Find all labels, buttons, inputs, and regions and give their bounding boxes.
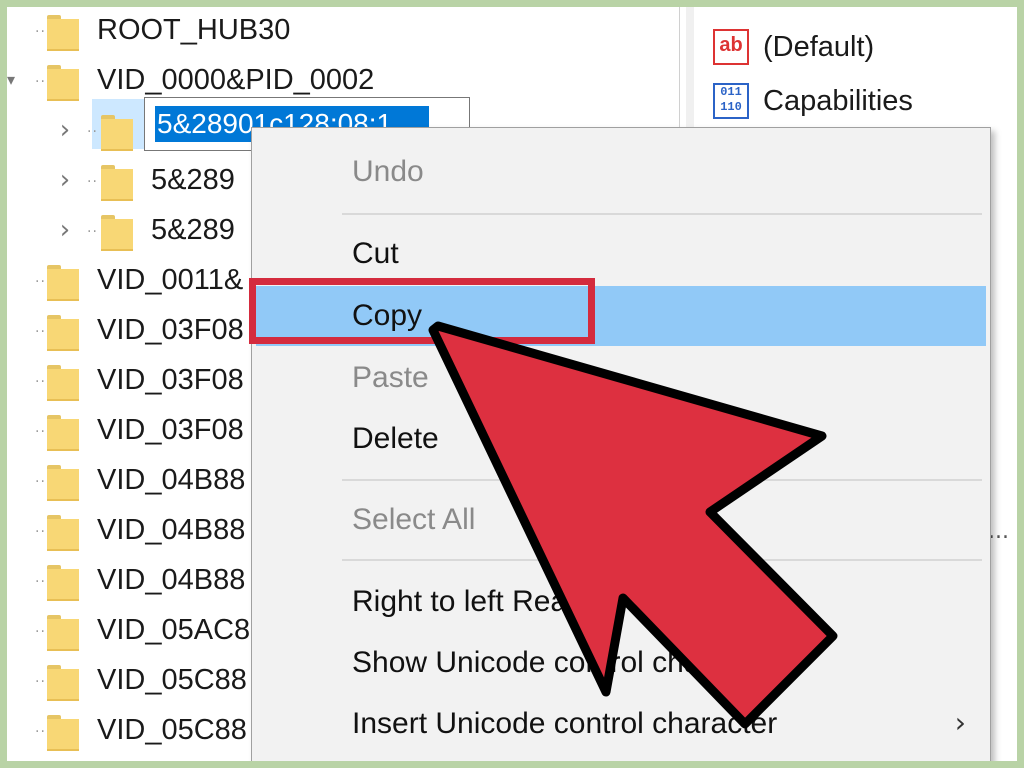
menu-item-label: Paste: [352, 361, 429, 394]
tree-connector: ··: [87, 174, 98, 190]
menu-item-delete[interactable]: Delete: [256, 409, 986, 469]
truncated-value-ellipsis: ...: [988, 519, 1009, 544]
menu-item-label: Right to left Reading order: [352, 585, 703, 618]
binary-value-icon: 011 110: [713, 83, 749, 119]
menu-item-select-all[interactable]: Select All: [256, 490, 986, 550]
tree-node-label: 5&289: [151, 214, 235, 246]
menu-item-rtl-reading-order[interactable]: Right to left Reading order: [256, 572, 986, 632]
edit-context-menu[interactable]: Undo Cut Copy Paste Delete Select All Ri…: [251, 127, 991, 761]
folder-icon: [47, 415, 79, 451]
menu-item-label: Show Unicode control characters: [352, 646, 793, 679]
folder-icon: [47, 265, 79, 301]
tree-node-label: VID_03F08: [97, 314, 244, 346]
tree-connector: ··: [87, 224, 98, 240]
menu-item-label: Select All: [352, 503, 476, 536]
menu-separator: [342, 213, 982, 215]
menu-item-label: Cut: [352, 237, 399, 270]
tree-node-label: VID_03F08: [97, 414, 244, 446]
tree-connector: ··: [87, 124, 98, 140]
folder-icon: [101, 115, 133, 151]
menu-item-paste[interactable]: Paste: [256, 348, 986, 408]
tree-node-label: ROOT_HUB30: [97, 14, 291, 46]
folder-icon: [47, 565, 79, 601]
copy-highlight-box: [249, 278, 595, 344]
value-row-capabilities[interactable]: 011 110 Capabilities: [713, 77, 1013, 125]
tree-node-label: 5&289: [151, 164, 235, 196]
folder-icon: [101, 215, 133, 251]
tree-node-label: VID_05AC8: [97, 614, 251, 646]
chevron-right-icon[interactable]: ›: [55, 157, 75, 207]
tree-node-label: VID_04B88: [97, 514, 246, 546]
menu-separator: [342, 479, 982, 481]
folder-icon: [47, 15, 79, 51]
menu-item-insert-unicode-control[interactable]: Insert Unicode control character ›: [256, 694, 986, 754]
folder-icon: [47, 715, 79, 751]
menu-item-show-unicode-control[interactable]: Show Unicode control characters: [256, 633, 986, 693]
menu-item-cut[interactable]: Cut: [256, 224, 986, 284]
tree-node-label: VID_05C88: [97, 664, 247, 696]
value-row-default[interactable]: ab (Default): [713, 23, 1013, 71]
screenshot-frame: ·· ROOT_HUB30 ▾ ·· VID_0000&PID_0002 › ·…: [7, 7, 1017, 761]
chevron-right-icon[interactable]: ›: [55, 107, 75, 157]
chevron-right-icon[interactable]: ›: [55, 207, 75, 257]
submenu-arrow-icon: ›: [954, 706, 966, 739]
menu-item-label: Undo: [352, 155, 424, 188]
folder-icon: [47, 665, 79, 701]
tree-node-label: VID_0000&PID_0002: [97, 64, 375, 96]
folder-icon: [47, 465, 79, 501]
value-name: Capabilities: [763, 85, 913, 117]
folder-icon: [47, 615, 79, 651]
string-value-icon: ab: [713, 29, 749, 65]
tree-node[interactable]: ·· ROOT_HUB30: [7, 7, 679, 57]
menu-item-label: Delete: [352, 422, 439, 455]
menu-separator: [342, 559, 982, 561]
tree-node-label: VID_05C88: [97, 714, 247, 746]
folder-icon: [47, 315, 79, 351]
tree-node-label: VID_04B88: [97, 464, 246, 496]
menu-item-label: Insert Unicode control character: [352, 707, 778, 740]
value-name: (Default): [763, 31, 875, 63]
menu-item-undo[interactable]: Undo: [256, 142, 986, 202]
expanded-arrow-icon[interactable]: ▾: [7, 57, 21, 107]
folder-icon: [47, 365, 79, 401]
folder-icon: [101, 165, 133, 201]
folder-icon: [47, 65, 79, 101]
tree-node-label: VID_04B88: [97, 564, 246, 596]
tree-node-label: VID_03F08: [97, 364, 244, 396]
tree-node-label: VID_0011&: [97, 264, 244, 296]
folder-icon: [47, 515, 79, 551]
